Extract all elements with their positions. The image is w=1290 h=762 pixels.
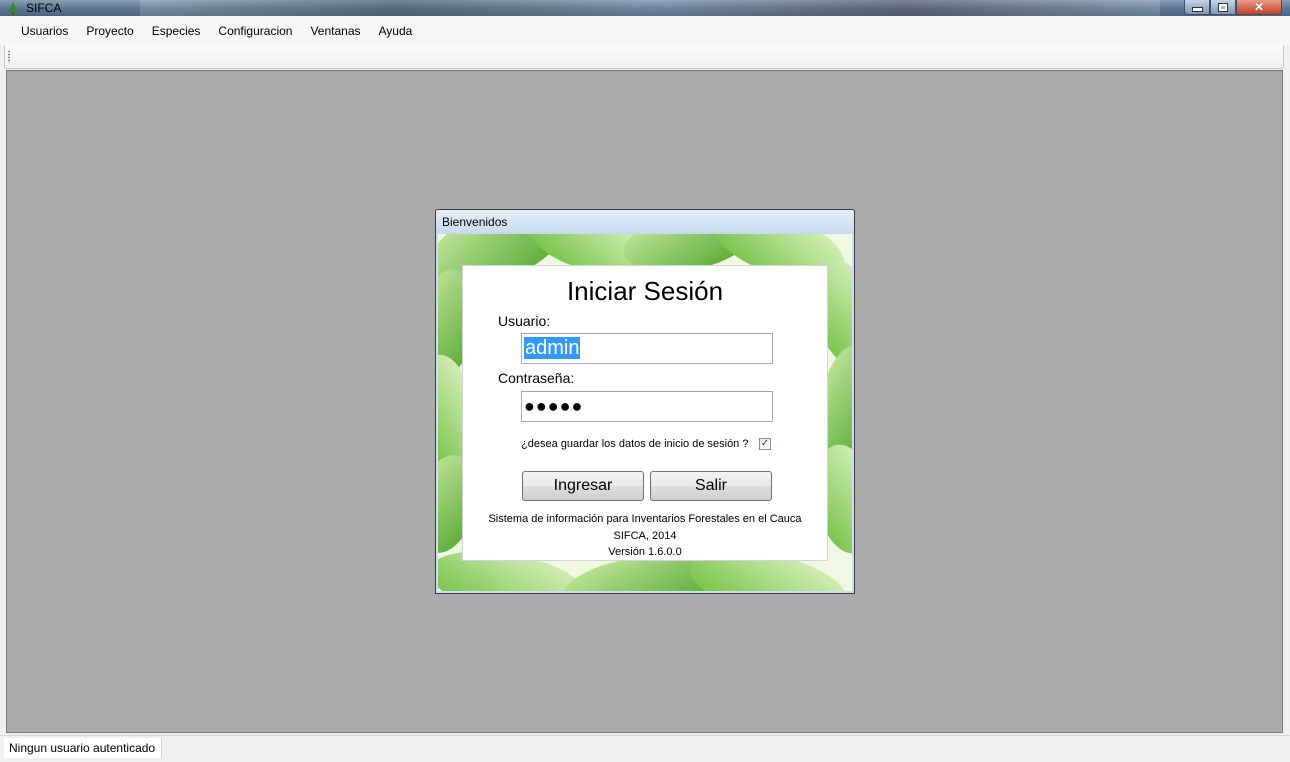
- status-text: Ningun usuario autenticado: [4, 738, 163, 758]
- window-controls: ✕: [1184, 0, 1282, 16]
- toolbar-grip-handle[interactable]: [8, 50, 10, 63]
- title-bar[interactable]: SIFCA ✕: [0, 0, 1290, 16]
- password-label: Contraseña:: [498, 370, 575, 386]
- login-dialog: Bienvenidos Iniciar Sesión Usuario: admi…: [435, 209, 855, 594]
- exit-button[interactable]: Salir: [650, 471, 772, 501]
- minimize-icon: [1191, 7, 1203, 12]
- menu-bar: Usuarios Proyecto Especies Configuracion…: [0, 16, 1290, 45]
- menu-usuarios[interactable]: Usuarios: [12, 21, 77, 41]
- minimize-button[interactable]: [1184, 0, 1210, 15]
- menu-ayuda[interactable]: Ayuda: [370, 21, 422, 41]
- maximize-button[interactable]: [1210, 0, 1236, 15]
- dialog-title-bar[interactable]: Bienvenidos: [436, 210, 854, 234]
- window-title: SIFCA: [26, 1, 62, 15]
- toolbar: [4, 45, 1284, 69]
- password-mask: ●●●●●: [524, 396, 584, 416]
- remember-checkbox[interactable]: ✓: [759, 438, 771, 450]
- dialog-body: Iniciar Sesión Usuario: admin Contraseña…: [438, 234, 852, 591]
- menu-especies[interactable]: Especies: [143, 21, 210, 41]
- footer-version: Versión 1.6.0.0: [608, 546, 682, 558]
- username-value: admin: [524, 337, 581, 359]
- login-panel: Iniciar Sesión Usuario: admin Contraseña…: [462, 265, 828, 561]
- status-bar: Ningun usuario autenticado: [0, 735, 1290, 762]
- login-button[interactable]: Ingresar: [522, 471, 644, 501]
- title-bar-background: [140, 0, 1160, 16]
- tree-icon: [8, 2, 18, 15]
- username-input[interactable]: admin: [521, 333, 773, 364]
- login-heading: Iniciar Sesión: [566, 276, 724, 306]
- username-label: Usuario:: [498, 313, 551, 329]
- checkmark-icon: ✓: [760, 438, 770, 449]
- dialog-title: Bienvenidos: [442, 215, 508, 229]
- maximize-icon: [1218, 2, 1228, 12]
- close-icon: ✕: [1253, 0, 1265, 14]
- close-button[interactable]: ✕: [1236, 0, 1282, 15]
- footer-description: Sistema de información para Inventarios …: [488, 513, 802, 525]
- menu-proyecto[interactable]: Proyecto: [77, 21, 142, 41]
- menu-configuracion[interactable]: Configuracion: [209, 21, 301, 41]
- menu-ventanas[interactable]: Ventanas: [301, 21, 369, 41]
- main-window: SIFCA ✕ Usuarios Proyecto Especies Confi…: [0, 0, 1290, 762]
- footer-copyright: SIFCA, 2014: [613, 530, 677, 542]
- password-input[interactable]: ●●●●●: [521, 391, 773, 422]
- remember-label: ¿desea guardar los datos de inicio de se…: [521, 438, 749, 450]
